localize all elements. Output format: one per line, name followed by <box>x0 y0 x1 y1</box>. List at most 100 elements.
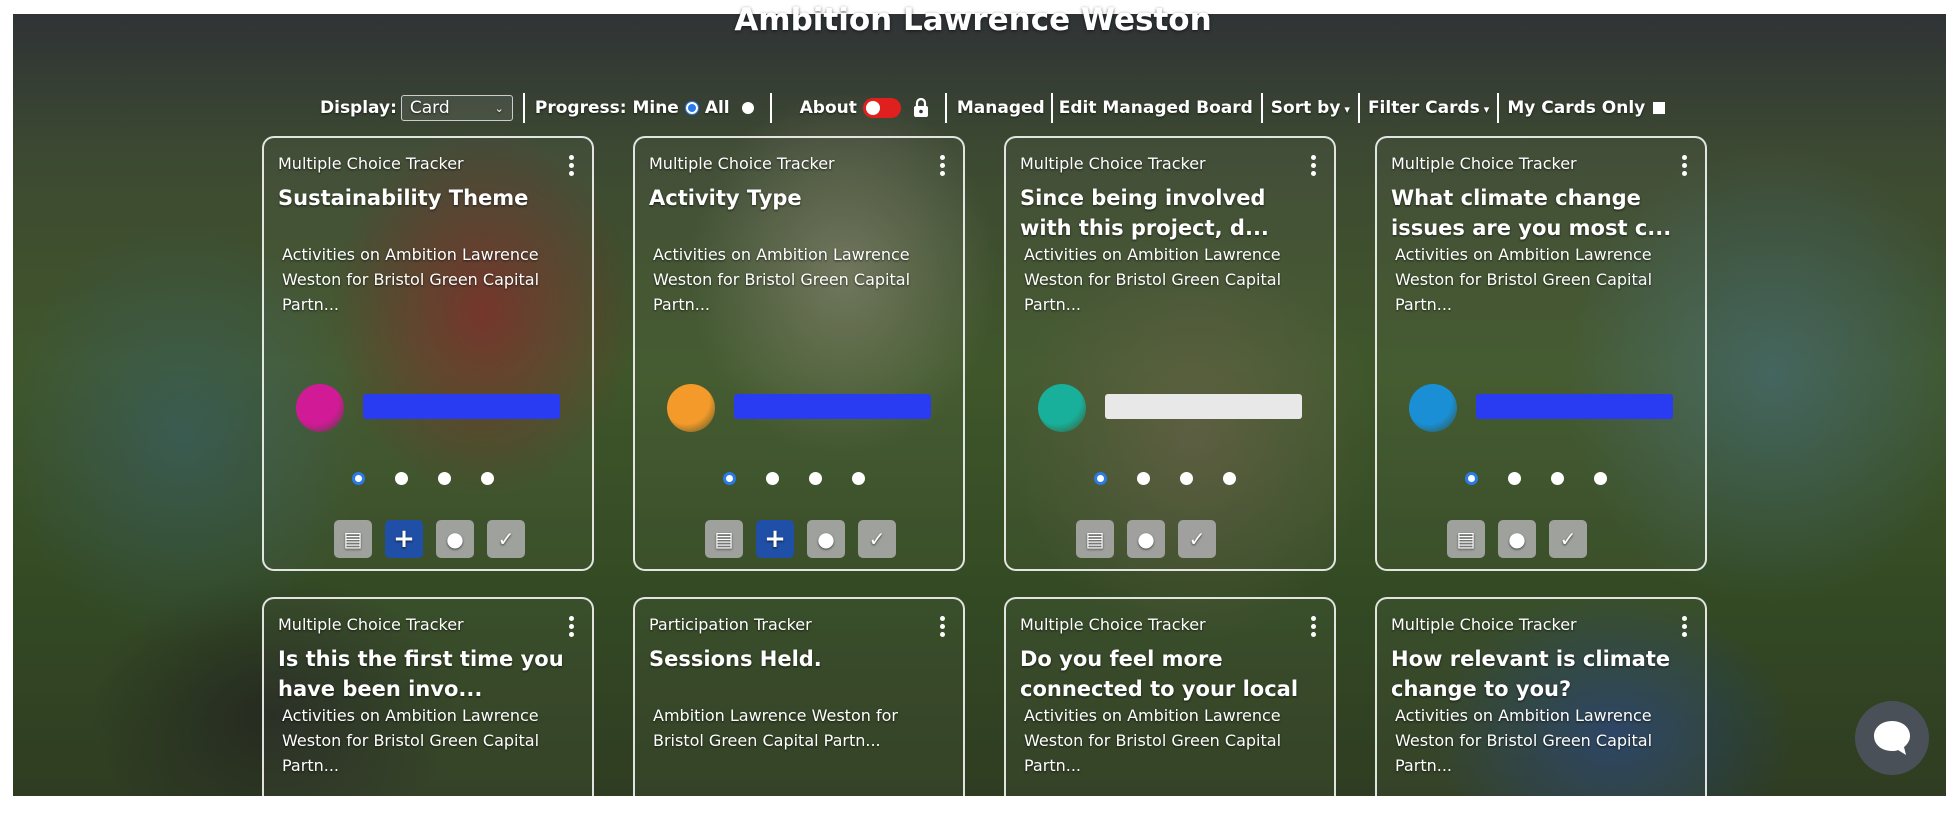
lock-icon[interactable] <box>913 98 929 118</box>
progress-bar <box>1105 394 1302 419</box>
progress-mine-label: Progress: Mine <box>534 98 679 118</box>
card-title[interactable]: Activity Type <box>649 183 939 213</box>
caret-down-icon: ▾ <box>1483 103 1490 116</box>
card-title[interactable]: Do you feel more connected to your local <box>1020 644 1310 704</box>
card-title[interactable]: What climate change issues are you most … <box>1391 183 1681 243</box>
page-dot[interactable] <box>1594 472 1607 485</box>
more-vertical-icon[interactable] <box>1311 613 1316 640</box>
card-description: Activities on Ambition Lawrence Weston f… <box>282 706 540 775</box>
progress-bar <box>363 394 560 419</box>
tracker-card[interactable]: Multiple Choice Tracker Since being invo… <box>1004 136 1336 571</box>
pager-dots <box>723 472 895 485</box>
lightbulb-icon[interactable]: ● <box>807 520 845 558</box>
progress-all-radio[interactable] <box>741 102 754 114</box>
comment-icon[interactable]: ▤ <box>334 520 372 558</box>
plus-icon[interactable]: + <box>385 520 423 558</box>
card-description: Activities on Ambition Lawrence Weston f… <box>1395 245 1653 314</box>
card-description: Activities on Ambition Lawrence Weston f… <box>1395 706 1653 775</box>
more-vertical-icon[interactable] <box>940 152 945 179</box>
filter-cards-dropdown[interactable]: Filter Cards ▾ <box>1368 98 1489 118</box>
plus-icon[interactable]: + <box>756 520 794 558</box>
divider <box>1497 93 1500 123</box>
pager-dots <box>352 472 524 485</box>
my-cards-only-checkbox[interactable] <box>1653 102 1666 114</box>
card-type: Multiple Choice Tracker <box>278 154 464 173</box>
page-dot[interactable] <box>1094 472 1107 485</box>
page-dot[interactable] <box>1551 472 1564 485</box>
divider <box>1050 93 1053 123</box>
lightbulb-icon[interactable]: ● <box>1127 520 1165 558</box>
display-select[interactable]: Card ⌄ <box>400 95 513 121</box>
card-actions: ▤ + ● ✓ <box>705 520 909 558</box>
tracker-card[interactable]: Multiple Choice Tracker What climate cha… <box>1375 136 1707 571</box>
page-dot[interactable] <box>1180 472 1193 485</box>
card-description: Activities on Ambition Lawrence Weston f… <box>282 245 540 314</box>
card-type: Multiple Choice Tracker <box>649 154 835 173</box>
tracker-card[interactable]: Multiple Choice Tracker Sustainability T… <box>262 136 594 571</box>
page-dot[interactable] <box>395 472 408 485</box>
more-vertical-icon[interactable] <box>569 613 574 640</box>
progress-mine-radio[interactable] <box>684 101 699 115</box>
page-dot[interactable] <box>809 472 822 485</box>
card-title[interactable]: Since being involved with this project, … <box>1020 183 1310 243</box>
page-dot[interactable] <box>1223 472 1236 485</box>
more-vertical-icon[interactable] <box>1682 613 1687 640</box>
page-dot[interactable] <box>438 472 451 485</box>
color-dot <box>1038 384 1086 432</box>
tracker-card[interactable]: Multiple Choice Tracker Do you feel more… <box>1004 597 1336 837</box>
checkbox-icon[interactable]: ✓ <box>1549 520 1587 558</box>
page-dot[interactable] <box>1465 472 1478 485</box>
managed-link[interactable]: Managed <box>957 98 1045 118</box>
progress-all-label: All <box>704 98 730 118</box>
more-vertical-icon[interactable] <box>940 613 945 640</box>
divider <box>522 93 525 123</box>
lightbulb-icon[interactable]: ● <box>1498 520 1536 558</box>
card-title[interactable]: How relevant is climate change to you? <box>1391 644 1681 704</box>
card-actions: ▤ ● ✓ <box>1447 520 1600 558</box>
divider <box>944 93 947 123</box>
progress-bar <box>734 394 931 419</box>
card-title[interactable]: Sessions Held. <box>649 644 939 674</box>
tracker-card[interactable]: Multiple Choice Tracker Is this the firs… <box>262 597 594 837</box>
page-dot[interactable] <box>1137 472 1150 485</box>
page-dot[interactable] <box>852 472 865 485</box>
card-title[interactable]: Sustainability Theme <box>278 183 568 213</box>
card-title[interactable]: Is this the first time you have been inv… <box>278 644 568 704</box>
my-cards-only-label: My Cards Only <box>1507 98 1646 118</box>
caret-down-icon: ▾ <box>1344 103 1350 116</box>
page-dot[interactable] <box>481 472 494 485</box>
comment-icon[interactable]: ▤ <box>705 520 743 558</box>
card-description: Ambition Lawrence Weston for Bristol Gre… <box>653 706 898 750</box>
about-label: About <box>799 98 857 118</box>
tracker-card[interactable]: Multiple Choice Tracker How relevant is … <box>1375 597 1707 837</box>
divider <box>1357 93 1360 123</box>
about-toggle[interactable] <box>862 98 901 118</box>
checkbox-icon[interactable]: ✓ <box>858 520 896 558</box>
chat-launcher-button[interactable] <box>1855 701 1929 775</box>
edit-managed-board-link[interactable]: Edit Managed Board <box>1059 98 1253 118</box>
card-type: Multiple Choice Tracker <box>1020 615 1206 634</box>
more-vertical-icon[interactable] <box>1682 152 1687 179</box>
card-description: Activities on Ambition Lawrence Weston f… <box>1024 245 1282 314</box>
tracker-card[interactable]: Multiple Choice Tracker Activity Type Ac… <box>633 136 965 571</box>
comment-icon[interactable]: ▤ <box>1447 520 1485 558</box>
checkbox-icon[interactable]: ✓ <box>487 520 525 558</box>
tracker-card[interactable]: Participation Tracker Sessions Held. Amb… <box>633 597 965 837</box>
divider <box>769 93 772 123</box>
checkbox-icon[interactable]: ✓ <box>1178 520 1216 558</box>
lightbulb-icon[interactable]: ● <box>436 520 474 558</box>
page-dot[interactable] <box>1508 472 1521 485</box>
more-vertical-icon[interactable] <box>569 152 574 179</box>
card-type: Multiple Choice Tracker <box>1391 615 1577 634</box>
pager-dots <box>1465 472 1637 485</box>
page-dot[interactable] <box>766 472 779 485</box>
pager-dots <box>1094 472 1266 485</box>
chat-bubble-icon <box>1874 721 1910 755</box>
board-title: Ambition Lawrence Weston <box>734 2 1212 38</box>
divider <box>1260 93 1263 123</box>
page-dot[interactable] <box>723 472 736 485</box>
comment-icon[interactable]: ▤ <box>1076 520 1114 558</box>
more-vertical-icon[interactable] <box>1311 152 1316 179</box>
page-dot[interactable] <box>352 472 365 485</box>
sort-by-dropdown[interactable]: Sort by ▾ <box>1271 98 1350 118</box>
